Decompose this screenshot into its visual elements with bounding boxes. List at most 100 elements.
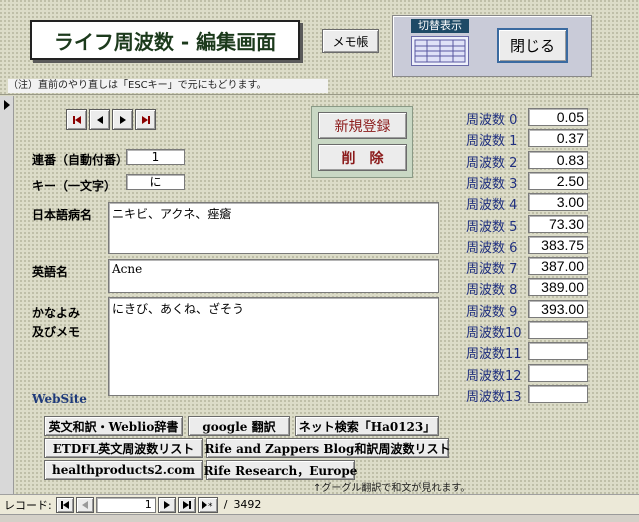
key-label: キー（一文字） xyxy=(32,179,117,193)
record-label: レコード: xyxy=(4,498,52,512)
nav-new-button[interactable]: * xyxy=(197,496,218,513)
frequency-label: 周波数 1 xyxy=(466,134,518,150)
bottom-strip xyxy=(0,514,639,522)
frequency-row: 周波数 6 383.75 xyxy=(466,235,590,256)
memo-button[interactable]: メモ帳 xyxy=(322,29,379,53)
frequency-field[interactable]: 0.05 xyxy=(528,108,588,126)
delete-label: 削 除 xyxy=(341,150,384,167)
esc-note: （注）直前のやり直しは「ESCキー」で元にもどります。 xyxy=(8,79,328,93)
frequency-field[interactable] xyxy=(528,363,588,382)
en-name-field[interactable]: Acne xyxy=(108,259,439,293)
frequency-label: 周波数 4 xyxy=(466,198,518,214)
frequency-row: 周波数11 xyxy=(466,342,590,363)
frequency-label: 周波数 7 xyxy=(466,262,518,278)
table-grid-icon xyxy=(414,39,466,63)
form-nav-group xyxy=(66,109,156,130)
frequency-label: 周波数 9 xyxy=(466,304,518,320)
form-next-button[interactable] xyxy=(112,109,133,130)
frequency-field[interactable]: 0.83 xyxy=(528,150,588,169)
page-title: ライフ周波数 - 編集画面 xyxy=(30,20,300,60)
prev-record-icon xyxy=(81,500,88,509)
net-search-label: ネット検索「Ha0123」 xyxy=(298,419,436,434)
frequency-row: 周波数 1 0.37 xyxy=(466,129,590,150)
frequency-label: 周波数 6 xyxy=(466,240,518,256)
frequency-field[interactable]: 393.00 xyxy=(528,299,588,318)
frequency-row: 周波数 5 73.30 xyxy=(466,214,590,235)
record-total: 3492 xyxy=(233,498,262,511)
nav-prev-button[interactable] xyxy=(75,496,94,513)
healthproducts-button[interactable]: healthproducts2.com xyxy=(44,460,203,480)
google-translate-label: google 翻訳 xyxy=(202,419,276,434)
key-field[interactable]: に xyxy=(126,174,185,190)
record-selector[interactable] xyxy=(0,96,14,494)
frequency-row: 周波数 7 387.00 xyxy=(466,257,590,278)
frequency-label: 周波数12 xyxy=(466,368,522,384)
frequency-field[interactable]: 389.00 xyxy=(528,278,588,297)
frequency-field[interactable]: 0.37 xyxy=(528,129,588,148)
en-name-label: 英語名 xyxy=(32,265,69,279)
net-search-button[interactable]: ネット検索「Ha0123」 xyxy=(295,416,439,436)
nav-first-button[interactable] xyxy=(55,496,74,513)
nav-last-button[interactable] xyxy=(177,496,196,513)
rife-research-label: Rife Research，Europe xyxy=(203,463,358,478)
frequency-label: 周波数 2 xyxy=(466,155,518,171)
new-record-label: 新規登録 xyxy=(334,118,391,135)
frequency-field[interactable] xyxy=(528,342,588,361)
frequency-label: 周波数11 xyxy=(466,347,522,363)
weblio-button[interactable]: 英文和訳・Weblio辞書 xyxy=(44,416,183,436)
nav-next-button[interactable] xyxy=(157,496,176,513)
frequency-row: 周波数13 xyxy=(466,384,590,405)
etdfl-label: ETDFL英文周波数リスト xyxy=(52,441,195,456)
esc-note-text: （注）直前のやり直しは「ESCキー」で元にもどります。 xyxy=(8,80,267,91)
etdfl-button[interactable]: ETDFL英文周波数リスト xyxy=(44,438,203,458)
serial-label: 連番（自動付番） xyxy=(32,153,129,167)
kana-label-line1: かなよみ xyxy=(32,306,81,320)
frequency-field[interactable]: 73.30 xyxy=(528,214,588,233)
last-record-icon xyxy=(182,500,191,509)
form-last-button[interactable] xyxy=(135,109,156,130)
rife-research-button[interactable]: Rife Research，Europe xyxy=(203,460,358,480)
frequency-row: 周波数12 xyxy=(466,363,590,384)
frequency-label: 周波数 8 xyxy=(466,283,518,299)
google-translate-button[interactable]: google 翻訳 xyxy=(188,416,290,436)
frequency-field[interactable] xyxy=(528,321,588,339)
frequency-label: 周波数 0 xyxy=(466,113,518,128)
record-number-field[interactable]: 1 xyxy=(95,496,156,513)
serial-field[interactable]: 1 xyxy=(126,149,185,165)
frequency-row: 周波数10 xyxy=(466,321,590,341)
frequency-label: 周波数13 xyxy=(466,389,522,405)
memo-button-label: メモ帳 xyxy=(332,34,369,49)
healthproducts-label: healthproducts2.com xyxy=(52,463,195,477)
frequency-row: 周波数 8 389.00 xyxy=(466,278,590,299)
close-button-label: 閉じる xyxy=(509,37,555,55)
form-prev-button[interactable] xyxy=(89,109,110,130)
form-first-button[interactable] xyxy=(66,109,87,130)
kana-label-line2: 及びメモ xyxy=(32,325,81,339)
frequency-row: 周波数 9 393.00 xyxy=(466,299,590,320)
frequency-row: 周波数 2 0.83 xyxy=(466,150,590,171)
frequency-row: 周波数 3 2.50 xyxy=(466,171,590,192)
close-button[interactable]: 閉じる xyxy=(497,28,568,63)
new-record-icon: * xyxy=(201,500,213,510)
delete-button[interactable]: 削 除 xyxy=(318,144,407,171)
toggle-view-label: 切替表示 xyxy=(411,19,469,33)
rife-blog-button[interactable]: Rife and Zappers Blog和訳周波数リスト xyxy=(204,438,451,458)
frequency-field[interactable] xyxy=(528,384,588,403)
next-record-icon xyxy=(163,500,170,509)
rife-blog-label: Rife and Zappers Blog和訳周波数リスト xyxy=(204,441,451,456)
frequency-row: 周波数 0 0.05 xyxy=(466,108,590,128)
record-nav-bar: レコード: 1 * / 3492 xyxy=(0,494,639,514)
new-record-button[interactable]: 新規登録 xyxy=(318,112,407,139)
toggle-view-button[interactable] xyxy=(411,36,469,66)
jp-name-field[interactable]: ニキビ、アクネ、痤瘡 xyxy=(108,202,439,254)
frequency-field[interactable]: 2.50 xyxy=(528,171,588,190)
prev-record-icon xyxy=(96,115,103,124)
frequency-field[interactable]: 387.00 xyxy=(528,257,588,276)
frequency-field[interactable]: 383.75 xyxy=(528,235,588,254)
translate-note: ↑グーグル翻訳で和文が見れます。 xyxy=(313,483,471,494)
toggle-view-label-text: 切替表示 xyxy=(418,19,462,32)
record-selector-icon xyxy=(4,100,10,110)
frequency-label: 周波数 5 xyxy=(466,219,518,235)
kana-memo-field[interactable]: にきび、あくね、ざそう xyxy=(108,297,439,396)
frequency-field[interactable]: 3.00 xyxy=(528,193,588,212)
